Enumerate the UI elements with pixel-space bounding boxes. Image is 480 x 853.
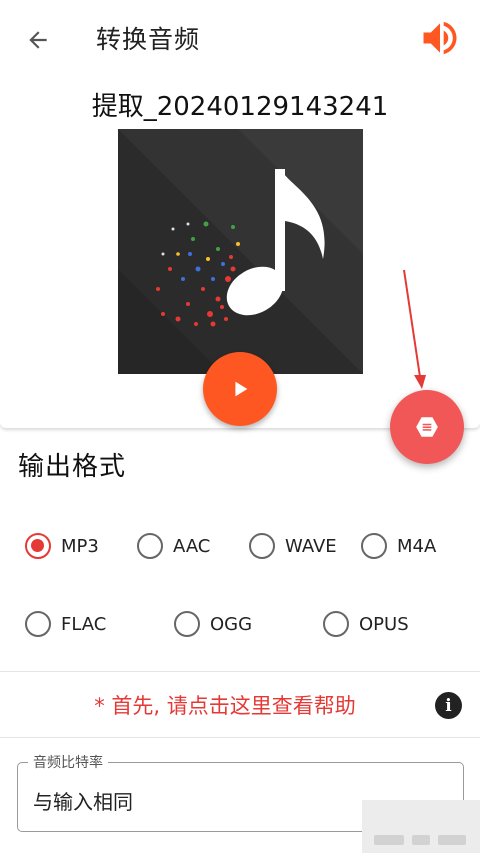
radio-flac[interactable]: FLAC xyxy=(25,609,106,639)
radio-circle xyxy=(323,611,349,637)
floating-action-button[interactable] xyxy=(390,390,464,464)
help-link[interactable]: * 首先, 请点击这里查看帮助 xyxy=(0,690,450,720)
radio-label: M4A xyxy=(397,535,437,557)
arrow-back-icon xyxy=(29,31,47,49)
radio-m4a[interactable]: M4A xyxy=(361,531,436,561)
radio-circle xyxy=(25,611,51,637)
radio-opus[interactable]: OPUS xyxy=(323,609,409,639)
file-name: 提取_20240129143241 xyxy=(91,92,389,122)
radio-aac[interactable]: AAC xyxy=(137,531,210,561)
radio-label: AAC xyxy=(173,535,211,557)
radio-circle xyxy=(361,533,387,559)
radio-circle xyxy=(137,533,163,559)
bitrate-label: 音频比特率 xyxy=(28,752,108,772)
radio-circle xyxy=(249,533,275,559)
speaker-button[interactable] xyxy=(416,16,464,60)
music-note-artwork xyxy=(118,129,363,374)
divider xyxy=(0,671,480,672)
radio-label: OGG xyxy=(210,613,253,635)
obscured-overlay xyxy=(362,800,480,853)
play-icon xyxy=(235,381,248,397)
output-format-title: 输出格式 xyxy=(18,452,127,482)
radio-ogg[interactable]: OGG xyxy=(174,609,252,639)
radio-label: FLAC xyxy=(61,613,107,635)
divider xyxy=(0,737,480,738)
radio-label: MP3 xyxy=(61,535,99,557)
album-artwork xyxy=(118,129,363,374)
radio-wave[interactable]: WAVE xyxy=(249,531,337,561)
radio-label: OPUS xyxy=(359,613,409,635)
hexagon-menu-icon xyxy=(416,417,438,437)
radio-label: WAVE xyxy=(285,535,337,557)
page-title: 转换音频 xyxy=(96,25,201,54)
red-arrow-annotation xyxy=(403,269,426,389)
back-button[interactable] xyxy=(20,22,56,58)
volume-up-icon xyxy=(423,21,457,55)
play-button[interactable] xyxy=(203,352,277,426)
bitrate-value: 与输入相同 xyxy=(33,790,133,814)
app-bar: 转换音频 xyxy=(0,0,480,76)
radio-mp3[interactable]: MP3 xyxy=(25,531,99,561)
info-icon[interactable]: i xyxy=(435,692,462,719)
radio-circle xyxy=(25,533,51,559)
radio-circle xyxy=(174,611,200,637)
